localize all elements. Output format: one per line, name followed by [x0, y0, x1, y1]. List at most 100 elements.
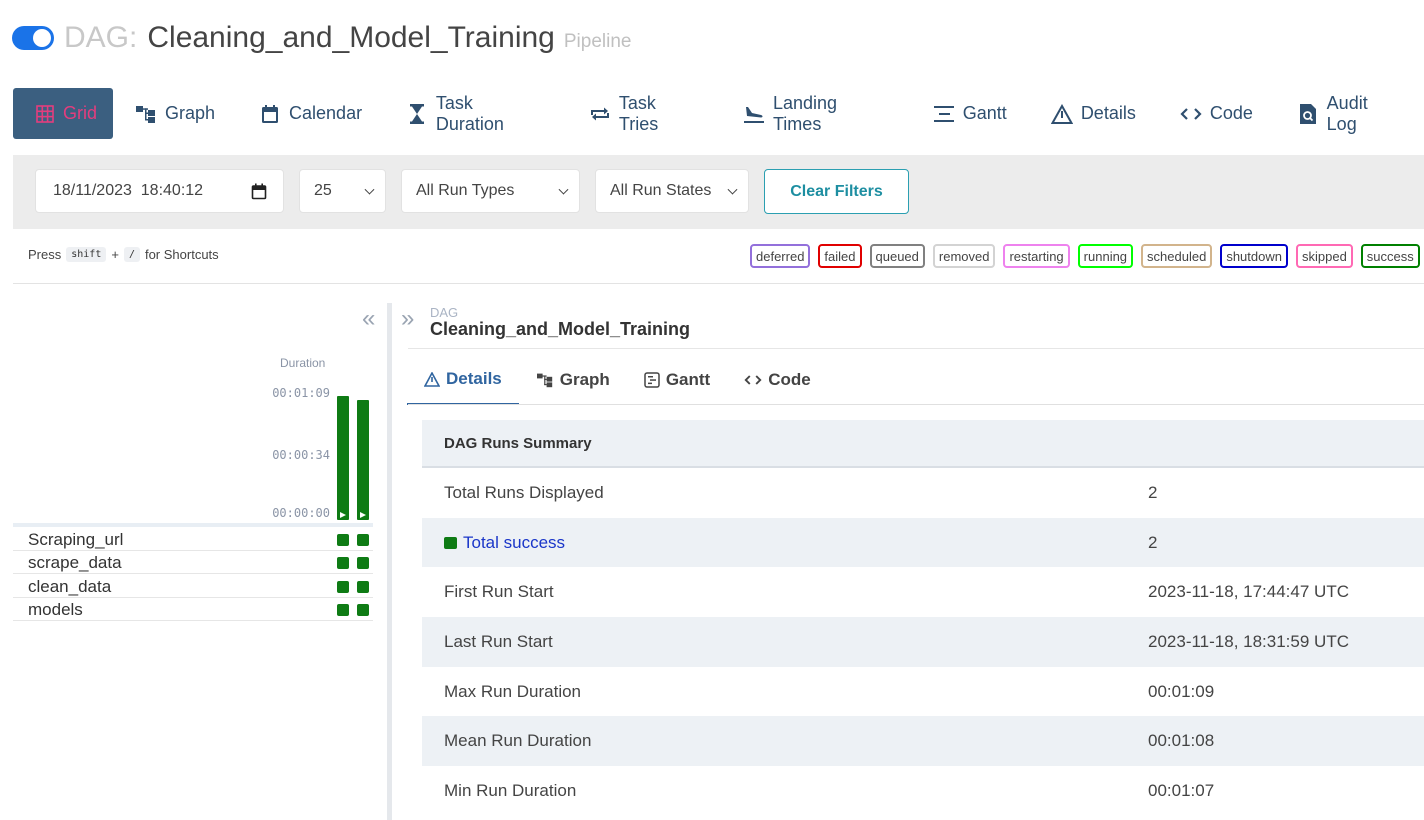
- task-instance-cell[interactable]: [337, 603, 349, 616]
- clear-filters-button[interactable]: Clear Filters: [764, 169, 909, 214]
- warning-icon: [1050, 103, 1073, 125]
- grid-icon: [35, 103, 55, 125]
- code-icon: [744, 372, 762, 388]
- task-instance-cell[interactable]: [357, 557, 369, 570]
- summary-value: 00:01:08: [1148, 731, 1215, 751]
- task-row[interactable]: Scraping_url: [13, 528, 373, 551]
- hourglass-icon: [406, 103, 428, 125]
- legend-badge-success[interactable]: success: [1360, 244, 1420, 268]
- dag-pause-toggle[interactable]: [12, 26, 54, 50]
- task-row[interactable]: clean_data: [13, 575, 373, 598]
- warning-icon: [424, 371, 440, 387]
- subtab-gantt[interactable]: Gantt: [627, 355, 727, 405]
- task-name[interactable]: models: [28, 600, 83, 620]
- legend-badge-skipped[interactable]: skipped: [1295, 244, 1353, 268]
- subtab-code-label: Code: [768, 370, 811, 389]
- duration-label: Duration: [280, 356, 326, 370]
- task-name[interactable]: scrape_data: [28, 553, 122, 573]
- summary-label-text: First Run Start: [444, 582, 554, 602]
- num-runs-value: 25: [314, 182, 332, 199]
- legend-badge-restarting[interactable]: restarting: [1003, 244, 1070, 268]
- legend-badge-queued[interactable]: queued: [869, 244, 925, 268]
- dag-nav: Grid Graph Calendar Task Duration Task T…: [13, 88, 1424, 139]
- summary-value: 2: [1148, 482, 1158, 502]
- run-duration-bar[interactable]: [337, 396, 349, 520]
- tab-gantt-label: Gantt: [962, 103, 1007, 123]
- num-runs-select[interactable]: 25: [299, 169, 386, 213]
- divider: [408, 404, 1424, 405]
- tab-graph[interactable]: Graph: [113, 88, 237, 139]
- gantt-icon: [644, 372, 660, 388]
- summary-value: 00:01:07: [1148, 780, 1215, 800]
- dag-prefix: DAG:: [64, 21, 138, 54]
- task-instance-cell[interactable]: [337, 580, 349, 593]
- divider: [13, 283, 1424, 284]
- shortcut-suffix-text: for Shortcuts: [144, 247, 219, 262]
- summary-label: First Run Start: [422, 582, 1148, 602]
- summary-label[interactable]: Total success: [422, 533, 1148, 553]
- table-row: First Run Start 2023-11-18, 17:44:47 UTC: [422, 567, 1424, 617]
- task-instance-cell[interactable]: [337, 557, 349, 570]
- tab-gantt[interactable]: Gantt: [911, 88, 1029, 139]
- tab-grid[interactable]: Grid: [13, 88, 113, 139]
- task-name[interactable]: Scraping_url: [28, 530, 123, 550]
- subtab-details[interactable]: Details: [407, 355, 519, 405]
- summary-label-text: Min Run Duration: [444, 780, 577, 800]
- task-instance-cell[interactable]: [357, 534, 369, 546]
- task-instance-cell[interactable]: [357, 580, 369, 593]
- tab-code-label: Code: [1209, 103, 1253, 123]
- shortcut-hint[interactable]: Press shift + / for Shortcuts: [28, 247, 219, 262]
- task-instance-cell[interactable]: [337, 534, 349, 546]
- run-type-select[interactable]: All Run Types: [401, 169, 580, 213]
- tab-code[interactable]: Code: [1158, 88, 1275, 139]
- tab-details[interactable]: Details: [1029, 88, 1158, 139]
- file-search-icon: [1297, 103, 1319, 125]
- table-row: Max Run Duration 00:01:09: [422, 667, 1424, 717]
- legend-badge-shutdown[interactable]: shutdown: [1220, 244, 1288, 268]
- pane-resize-handle[interactable]: [387, 303, 392, 820]
- tab-task-duration-label: Task Duration: [435, 92, 504, 134]
- details-dag-name: Cleaning_and_Model_Training: [430, 319, 691, 339]
- subtab-code[interactable]: Code: [727, 355, 828, 405]
- task-name[interactable]: clean_data: [28, 577, 111, 597]
- run-state-select[interactable]: All Run States: [595, 169, 749, 213]
- summary-label: Mean Run Duration: [422, 731, 1148, 751]
- task-row[interactable]: scrape_data: [13, 551, 373, 575]
- legend-badge-failed[interactable]: failed: [818, 244, 862, 268]
- tab-landing-times[interactable]: Landing Times: [721, 88, 911, 139]
- summary-label-text: Total Runs Displayed: [444, 482, 604, 502]
- tab-audit-log-label: Audit Log: [1326, 92, 1368, 134]
- success-state-icon: [444, 536, 457, 549]
- tab-audit-log[interactable]: Audit Log: [1275, 88, 1424, 139]
- task-instance-cell[interactable]: [357, 603, 369, 616]
- tab-task-tries-label: Task Tries: [618, 92, 659, 134]
- code-icon: [1180, 103, 1202, 125]
- play-icon: [360, 511, 366, 518]
- base-date-input[interactable]: 18/11/2023 18:40:12: [35, 169, 284, 213]
- legend-badge-removed[interactable]: removed: [932, 244, 996, 268]
- tab-calendar[interactable]: Calendar: [237, 88, 384, 139]
- legend-badge-running[interactable]: running: [1077, 244, 1134, 268]
- summary-value: 00:01:09: [1148, 681, 1215, 701]
- chevron-down-icon: [558, 184, 569, 195]
- filter-bar: 18/11/2023 18:40:12 25 All Run Types All…: [13, 155, 1424, 229]
- task-row[interactable]: models: [13, 598, 373, 621]
- collapse-grid-icon[interactable]: «: [362, 305, 375, 333]
- gantt-icon: [933, 103, 955, 125]
- calendar-picker-icon[interactable]: [251, 183, 267, 205]
- summary-value: 2023-11-18, 17:44:47 UTC: [1148, 582, 1349, 602]
- summary-label-text: Last Run Start: [444, 631, 553, 651]
- subtab-graph[interactable]: Graph: [519, 355, 627, 405]
- legend-badge-scheduled[interactable]: scheduled: [1141, 244, 1213, 268]
- summary-label: Min Run Duration: [422, 781, 1148, 801]
- plane-landing-icon: [743, 103, 765, 125]
- kbd-slash: /: [123, 247, 140, 262]
- run-duration-bar[interactable]: [357, 399, 369, 520]
- dag-subtitle: Pipeline: [563, 31, 632, 52]
- expand-grid-icon[interactable]: »: [401, 305, 414, 333]
- kbd-shift: shift: [66, 247, 107, 262]
- tab-task-tries[interactable]: Task Tries: [567, 88, 721, 139]
- subtab-graph-label: Graph: [559, 370, 610, 389]
- tab-task-duration[interactable]: Task Duration: [384, 88, 567, 139]
- legend-badge-deferred[interactable]: deferred: [750, 244, 811, 268]
